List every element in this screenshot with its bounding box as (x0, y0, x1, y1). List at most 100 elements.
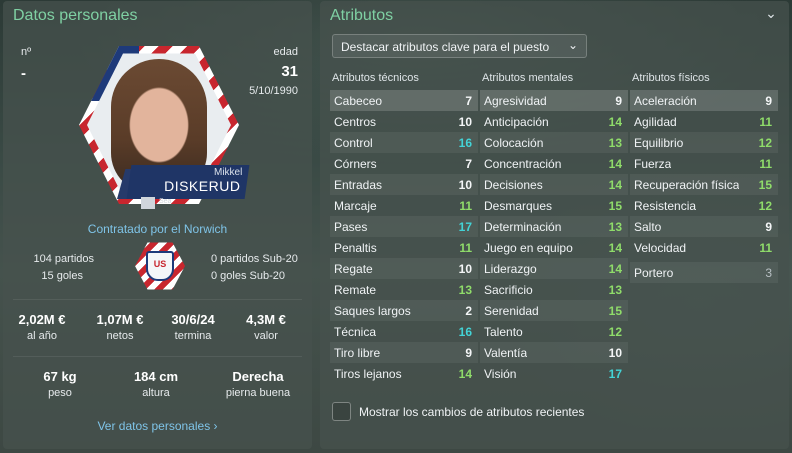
attribute-name: Anticipación (484, 114, 549, 129)
attribute-row[interactable]: Agresividad 9 (480, 90, 628, 111)
caps-count: 104 partidos (33, 253, 94, 265)
attribute-row[interactable]: Juego en equipo 14 (480, 237, 628, 258)
technical-header: Atributos técnicos (332, 72, 419, 84)
attribute-row[interactable]: Agilidad 11 (630, 111, 778, 132)
attribute-name: Liderazgo (484, 261, 537, 276)
attribute-value: 13 (608, 219, 622, 234)
personal-details-panel: Datos personales nº - edad 31 5/10/1990 … (3, 1, 312, 449)
attribute-value: 14 (608, 114, 622, 129)
attribute-row[interactable]: Cabeceo 7 (330, 90, 478, 111)
attribute-row[interactable]: Concentración 14 (480, 153, 628, 174)
attribute-value: 10 (458, 177, 472, 192)
physical-value: Derecha (232, 369, 284, 384)
finance-value: 4,3M € (246, 312, 286, 327)
attribute-row[interactable]: Centros 10 (330, 111, 478, 132)
attribute-value: 11 (459, 198, 472, 213)
attribute-value: 14 (608, 177, 622, 192)
attribute-row[interactable]: Pases 17 (330, 216, 478, 237)
attribute-row[interactable]: Velocidad 11 (630, 237, 778, 258)
preferred-foot: Derecha pierna buena (213, 369, 303, 399)
attribute-row[interactable]: Control 16 (330, 132, 478, 153)
attribute-value: 17 (608, 366, 622, 381)
attribute-row[interactable]: Penaltis 11 (330, 237, 478, 258)
attribute-value: 12 (758, 198, 772, 213)
age-value: 31 (281, 63, 298, 80)
player-last-name: DISKERUD (164, 178, 241, 194)
finance-label: valor (254, 330, 278, 342)
contract-end: 30/6/24 termina (158, 312, 228, 342)
attribute-value: 2 (465, 303, 472, 318)
attribute-value: 9 (615, 93, 622, 108)
attribute-row[interactable]: Aceleración 9 (630, 90, 778, 111)
personal-details-title: Datos personales (13, 7, 138, 24)
finance-label: al año (27, 330, 57, 342)
attribute-name: Agilidad (634, 114, 677, 129)
wage-net: 1,07M € netos (85, 312, 155, 342)
attribute-row[interactable]: Saques largos 2 (330, 300, 478, 321)
attribute-value: 7 (465, 93, 472, 108)
attribute-name: Saques largos (334, 303, 411, 318)
attribute-row[interactable]: Determinación 13 (480, 216, 628, 237)
attribute-value: 12 (608, 324, 622, 339)
weight: 67 kg peso (25, 369, 95, 399)
attribute-row[interactable]: Liderazgo 14 (480, 258, 628, 279)
attribute-name: Serenidad (484, 303, 539, 318)
attribute-row[interactable]: Serenidad 15 (480, 300, 628, 321)
attribute-name: Determinación (484, 219, 562, 234)
attribute-row[interactable]: Marcaje 11 (330, 195, 478, 216)
us-crest-icon: US (146, 251, 174, 281)
attribute-row[interactable]: Decisiones 14 (480, 174, 628, 195)
height: 184 cm altura (121, 369, 191, 399)
attribute-row[interactable]: Anticipación 14 (480, 111, 628, 132)
physical-list: Aceleración 9 Agilidad 11 Equilibrio 12 Fuerza… (630, 90, 778, 258)
attribute-value: 3 (765, 265, 772, 280)
birthdate: 5/10/1990 (249, 85, 298, 97)
attribute-value: 13 (608, 135, 622, 150)
attribute-name: Portero (634, 265, 674, 280)
attribute-row[interactable]: Valentía 10 (480, 342, 628, 363)
show-recent-changes-checkbox[interactable] (332, 402, 351, 421)
highlight-attributes-dropdown[interactable]: Destacar atributos clave para el puesto … (332, 34, 587, 58)
finance-value: 2,02M € (18, 312, 66, 327)
attribute-name: Equilibrio (634, 135, 684, 150)
attribute-row[interactable]: Colocación 13 (480, 132, 628, 153)
attribute-row[interactable]: Salto 9 (630, 216, 778, 237)
attribute-value: 9 (765, 219, 772, 234)
chevron-down-icon[interactable]: ⌄ (765, 6, 777, 20)
u20-goals-count: 0 goles Sub-20 (211, 270, 285, 282)
attribute-value: 16 (458, 135, 472, 150)
attribute-row[interactable]: Sacrificio 13 (480, 279, 628, 300)
attribute-row[interactable]: Recuperación física 15 (630, 174, 778, 195)
attribute-value: 14 (608, 240, 622, 255)
divider (13, 299, 302, 300)
contract-link[interactable]: Contratado por el Norwich (3, 222, 312, 236)
divider (13, 356, 302, 357)
attribute-row[interactable]: Remate 13 (330, 279, 478, 300)
view-personal-details-link[interactable]: Ver datos personales › (3, 419, 312, 433)
attribute-row[interactable]: Talento 12 (480, 321, 628, 342)
attribute-row[interactable]: Entradas 10 (330, 174, 478, 195)
attribute-name: Centros (334, 114, 377, 129)
club-logo-text: Sea (159, 198, 172, 205)
chevron-down-icon: ⌄ (567, 38, 578, 52)
attribute-value: 11 (759, 240, 772, 255)
dropdown-label: Destacar atributos clave para el puesto (341, 40, 550, 54)
attribute-row[interactable]: Técnica 16 (330, 321, 478, 342)
attribute-row[interactable]: Resistencia 12 (630, 195, 778, 216)
attribute-row[interactable]: Regate 10 (330, 258, 478, 279)
attribute-row[interactable]: Fuerza 11 (630, 153, 778, 174)
attribute-name: Valentía (484, 345, 528, 360)
attribute-name: Resistencia (634, 198, 697, 213)
attribute-value: 11 (759, 156, 772, 171)
attribute-row[interactable]: Tiro libre 9 (330, 342, 478, 363)
number-value: - (21, 65, 26, 82)
attribute-row[interactable]: Córners 7 (330, 153, 478, 174)
attribute-row[interactable]: Visión 17 (480, 363, 628, 384)
goalkeeper-row[interactable]: Portero 3 (630, 262, 778, 283)
attribute-name: Tiro libre (334, 345, 381, 360)
attribute-row[interactable]: Desmarques 15 (480, 195, 628, 216)
attribute-row[interactable]: Equilibrio 12 (630, 132, 778, 153)
mental-list: Agresividad 9 Anticipación 14 Colocación 13 Co… (480, 90, 628, 384)
physical-value: 67 kg (43, 369, 77, 384)
attribute-row[interactable]: Tiros lejanos 14 (330, 363, 478, 384)
